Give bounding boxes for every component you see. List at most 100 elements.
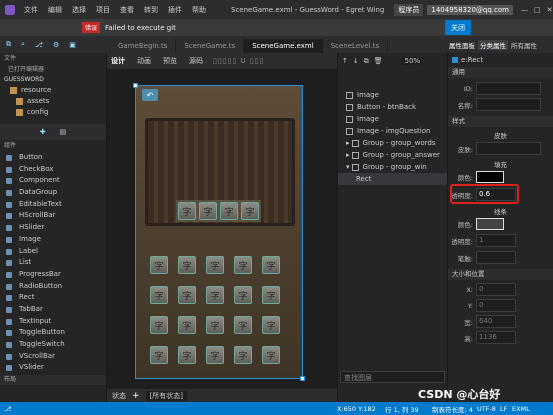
answer-slot[interactable]: 字 [220,202,238,220]
component-tabbar[interactable]: TabBar [0,304,106,316]
component-image[interactable]: Image [0,234,106,246]
component-label[interactable]: Label [0,246,106,258]
layer-delete-icon[interactable]: 🗑 [374,57,383,65]
word-tile[interactable]: 字 [206,286,224,304]
component-textinput[interactable]: TextInput [0,316,106,328]
layer-item[interactable]: ▸ Group - group_words [346,137,447,149]
tab-scenegame-ts[interactable]: SceneGame.ts [176,39,245,53]
answer-group[interactable]: 字 字 字 字 [176,200,261,222]
component-progressbar[interactable]: ProgressBar [0,269,106,281]
word-tile[interactable]: 字 [178,286,196,304]
x-field[interactable]: 0 [476,283,516,296]
menu-edit[interactable]: 编辑 [48,5,62,15]
name-field[interactable] [476,98,541,111]
word-tile[interactable]: 字 [262,256,280,274]
debug-icon[interactable]: ⚙ [53,41,59,49]
component-editabletext[interactable]: EditableText [0,199,106,211]
stage-canvas[interactable]: ↶ 字 字 字 字 字 字 字 字 字 字 字 字 字 字 字 字 字 字 字 … [133,83,305,381]
user-badge[interactable]: 程序员 [394,3,424,16]
word-tile[interactable]: 字 [206,346,224,364]
word-tile[interactable]: 字 [150,286,168,304]
word-tile[interactable]: 字 [150,256,168,274]
stroke-width-field[interactable] [476,251,516,264]
project-header[interactable]: GUESSWORD [0,75,106,85]
component-hscrollbar[interactable]: HScrollBar [0,210,106,222]
menu-goto[interactable]: 转到 [144,5,158,15]
component-component[interactable]: Component [0,175,106,187]
layer-item[interactable]: Image [346,113,447,125]
preview-mode-button[interactable]: 预览 [163,56,177,66]
source-mode-button[interactable]: 源码 [189,56,203,66]
word-tile[interactable]: 字 [178,316,196,334]
maximize-icon[interactable]: □ [534,6,541,14]
layout-icon[interactable]: ▤ [60,128,67,136]
status-eol[interactable]: LF [500,405,507,413]
prop-tab-panel[interactable]: 属性面板 [449,40,475,50]
answer-slot[interactable]: 字 [178,202,196,220]
status-cursor[interactable]: 行 1, 列 39 [385,404,419,414]
add-state-button[interactable]: + [132,391,140,401]
answer-slot[interactable]: 字 [241,202,259,220]
back-button[interactable]: ↶ [142,89,158,101]
words-group[interactable]: 字 字 字 字 字 字 字 字 字 字 字 字 字 字 字 字 字 字 字 字 [150,256,280,364]
layer-search-input[interactable]: 查找图层 [340,371,445,383]
component-vscrollbar[interactable]: VScrollBar [0,351,106,363]
close-icon[interactable]: ✕ [547,6,553,14]
zoom-select[interactable]: 50% [401,57,424,65]
search-icon[interactable]: ⌕ [21,40,25,49]
status-language[interactable]: EXML [512,405,530,413]
design-mode-button[interactable]: 设计 [111,56,125,66]
component-hslider[interactable]: HSlider [0,222,106,234]
section-general[interactable]: 通用 [448,67,553,78]
extensions-icon[interactable]: ▣ [69,41,76,49]
tree-folder-config[interactable]: config [10,107,106,118]
component-togglebutton[interactable]: ToggleButton [0,327,106,339]
prop-tab-all[interactable]: 所有属性 [511,40,537,50]
tab-gamebegin[interactable]: GameBegin.ts [110,39,177,53]
section-style[interactable]: 样式 [448,116,553,127]
fill-color-swatch[interactable] [476,171,504,183]
menu-view[interactable]: 查看 [120,5,134,15]
height-field[interactable]: 1136 [476,331,516,344]
word-tile[interactable]: 字 [150,346,168,364]
tree-folder-assets[interactable]: assets [10,96,106,107]
layer-item-selected[interactable]: Rect [338,173,447,185]
menu-project[interactable]: 项目 [96,5,110,15]
component-checkbox[interactable]: CheckBox [0,164,106,176]
component-datagroup[interactable]: DataGroup [0,187,106,199]
expand-icon[interactable]: ▸ [346,151,350,159]
menu-file[interactable]: 文件 [24,5,38,15]
word-tile[interactable]: 字 [262,316,280,334]
word-tile[interactable]: 字 [234,316,252,334]
question-image[interactable]: 字 字 字 字 [145,118,295,226]
section-size[interactable]: 大小和位置 [448,269,553,280]
word-tile[interactable]: 字 [234,346,252,364]
tree-folder-resource[interactable]: resource [10,85,106,96]
handle-tl[interactable] [133,83,138,88]
component-list-item[interactable]: List [0,257,106,269]
word-tile[interactable]: 字 [150,316,168,334]
word-tile[interactable]: 字 [206,256,224,274]
layer-down-icon[interactable]: ↓ [353,57,359,65]
layer-item[interactable]: Button - btnBack [346,101,447,113]
expand-icon[interactable]: ▸ [346,139,350,147]
word-tile[interactable]: 字 [234,286,252,304]
component-vslider[interactable]: VSlider [0,362,106,374]
layers-icon[interactable]: ⧉ [6,40,11,49]
layer-item[interactable]: Image [346,89,447,101]
stroke-color-swatch[interactable] [476,218,504,230]
stroke-alpha-field[interactable]: 1 [476,234,516,247]
word-tile[interactable]: 字 [206,316,224,334]
state-selector[interactable]: [所有状态] [145,390,188,401]
width-field[interactable]: 640 [476,315,516,328]
layout-header[interactable]: 布局 [0,375,106,385]
layer-copy-icon[interactable]: ⧉ [364,57,369,66]
account-email[interactable]: 1404958320@qq.com [427,4,513,15]
component-toggleswitch[interactable]: ToggleSwitch [0,339,106,351]
id-field[interactable] [476,82,541,95]
align-icons[interactable]: ▯▯▯▯▯ U ▯▯▯ [213,57,264,65]
puzzle-icon[interactable]: ✚ [40,128,46,136]
menu-select[interactable]: 选择 [72,5,86,15]
skin-field[interactable] [476,142,541,155]
status-tabsize[interactable]: 制表符长度: 4 [432,404,473,414]
